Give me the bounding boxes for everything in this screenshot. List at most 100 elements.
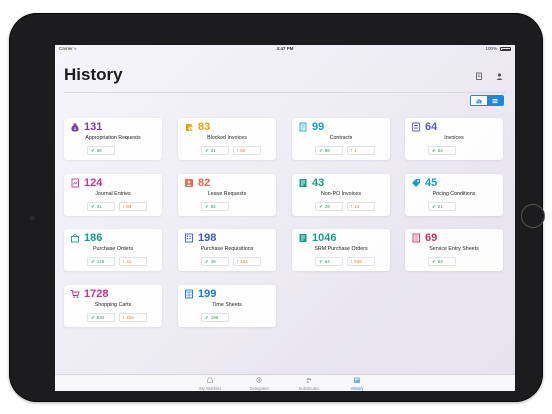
home-button[interactable] — [521, 204, 545, 228]
pending-count: 62 — [240, 148, 246, 153]
completed-count: 64 — [437, 259, 443, 264]
document-icon[interactable] — [475, 72, 484, 81]
tile-count: 69 — [425, 232, 438, 244]
tile-label: Leave Requests — [207, 191, 247, 197]
tile-label: Service Entry Sheets — [429, 246, 479, 252]
pending-count: 41 — [126, 259, 132, 264]
history-tile[interactable]: 99 Contracts ✔ 98 ! 1 — [292, 118, 390, 160]
tab-my-worklist[interactable]: My Worklist — [187, 377, 233, 391]
tile-label: Appropriation Requests — [85, 135, 141, 141]
battery-icon — [500, 47, 511, 51]
tile-count: 186 — [84, 232, 103, 244]
tab-label: My Worklist — [199, 386, 221, 391]
tab-label: History — [350, 386, 364, 391]
history-tile[interactable]: 186 Purchase Orders ✔ 145 ! 41 — [64, 229, 162, 271]
completed-badge: ✔ 29 — [315, 202, 343, 211]
leave-request-icon — [185, 179, 193, 187]
completed-badge: ✔ 21 — [428, 202, 456, 211]
completed-count: 29 — [324, 204, 330, 209]
status-time: 4:47 PM — [276, 46, 294, 51]
history-tile[interactable]: 69 Service Entry Sheets ✔ 64 — [405, 229, 503, 271]
tile-label: Invoices — [444, 135, 464, 141]
service-sheet-icon — [412, 233, 420, 243]
completed-count: 82 — [210, 204, 216, 209]
page-title: History — [64, 65, 123, 84]
journal-icon — [71, 178, 79, 188]
completed-count: 145 — [96, 259, 105, 264]
pending-badge: ! 14 — [347, 202, 375, 211]
completed-count: 64 — [324, 259, 330, 264]
tab-substitutes[interactable]: Substitutes — [286, 377, 332, 391]
camera-lens — [28, 214, 36, 222]
history-tile[interactable]: 124 Journal Entries ✔ 31 ! 93 — [64, 174, 162, 216]
pending-count: 93 — [126, 204, 132, 209]
pending-badge: ! 93 — [119, 202, 147, 211]
blocked-invoice-icon — [186, 124, 193, 131]
tile-label: Non-PO Invoices — [320, 191, 362, 197]
history-tile[interactable]: 43 Non-PO Invoices ✔ 29 ! 14 — [292, 174, 390, 216]
tile-count: 1728 — [84, 288, 109, 300]
delegated-icon — [236, 377, 282, 386]
tile-label: Purchase Orders — [92, 246, 134, 252]
tile-label: Contracts — [329, 135, 353, 141]
history-tile[interactable]: 64 Invoices ✔ 64 — [405, 118, 503, 160]
tile-count: 124 — [84, 177, 103, 189]
tile-label: SRM Purchase Orders — [314, 246, 368, 252]
history-tile[interactable]: 198 Purchase Requisitions ✔ 26 ! 124 — [178, 229, 276, 271]
completed-count: 88 — [96, 148, 102, 153]
tab-history[interactable]: History — [334, 377, 380, 391]
history-tile[interactable]: 1728 Shopping Carts ✔ 832 ! 226 — [64, 285, 162, 327]
completed-count: 21 — [210, 148, 216, 153]
time-sheet-icon — [185, 289, 193, 299]
pending-count: 1 — [354, 148, 357, 153]
pending-badge: ! 41 — [119, 257, 147, 266]
pending-count: 939 — [354, 259, 362, 264]
invoice-icon — [412, 122, 420, 132]
tile-label: Purchase Requisitions — [200, 246, 254, 252]
header-divider — [64, 92, 506, 93]
app-screen: Carrier ≈ 4:47 PM 100% History $131 Appro… — [55, 45, 515, 391]
money-bag-icon: $ — [71, 123, 79, 132]
requisition-icon — [185, 233, 193, 243]
tile-label: Pricing Conditions — [432, 191, 476, 197]
completed-badge: ✔ 26 — [201, 257, 229, 266]
tile-count: 83 — [198, 121, 211, 133]
list-view-icon[interactable] — [487, 96, 503, 105]
tile-count: 99 — [312, 121, 325, 133]
tab-label: Substitutes — [298, 386, 320, 391]
tile-label: Shopping Carts — [94, 302, 132, 308]
history-tile[interactable]: 83 Blocked Invoices ✔ 21 ! 62 — [178, 118, 276, 160]
tab-delegated[interactable]: Delegated — [236, 377, 282, 391]
pending-badge: ! 62 — [233, 146, 261, 155]
history-tile[interactable]: 82 Leave Requests ✔ 82 — [178, 174, 276, 216]
non-po-invoice-icon — [299, 179, 307, 187]
ipad-frame: Carrier ≈ 4:47 PM 100% History $131 Appro… — [9, 13, 545, 402]
person-icon[interactable] — [495, 72, 504, 81]
tile-count: 64 — [425, 121, 438, 133]
tile-label: Journal Entries — [95, 191, 131, 197]
history-tile[interactable]: 45 Pricing Conditions ✔ 21 — [405, 174, 503, 216]
completed-badge: ✔ 88 — [87, 146, 115, 155]
completed-count: 98 — [324, 148, 330, 153]
history-tile[interactable]: $131 Appropriation Requests ✔ 88 — [64, 118, 162, 160]
pending-count: 14 — [354, 204, 360, 209]
history-tile[interactable]: 1046 SRM Purchase Orders ✔ 64 ! 939 — [292, 229, 390, 271]
completed-count: 832 — [96, 315, 105, 320]
history-tile[interactable]: 199 Time Sheets ✔ 196 — [178, 285, 276, 327]
tile-label: Blocked Invoices — [207, 135, 247, 141]
completed-count: 26 — [210, 259, 216, 264]
pending-badge: ! 124 — [233, 257, 261, 266]
srm-order-icon — [299, 234, 307, 242]
completed-badge: ✔ 64 — [428, 146, 456, 155]
pending-count: 226 — [126, 315, 134, 320]
pending-badge: ! 226 — [119, 313, 147, 322]
status-battery-level: 100% — [485, 46, 497, 51]
tile-view-icon[interactable] — [471, 96, 487, 105]
completed-badge: ✔ 64 — [315, 257, 343, 266]
view-toggle — [470, 95, 504, 106]
completed-count: 64 — [437, 148, 443, 153]
price-tag-icon — [412, 179, 420, 187]
pending-count: 124 — [240, 259, 248, 264]
tab-label: Delegated — [249, 386, 269, 391]
completed-count: 21 — [437, 204, 443, 209]
